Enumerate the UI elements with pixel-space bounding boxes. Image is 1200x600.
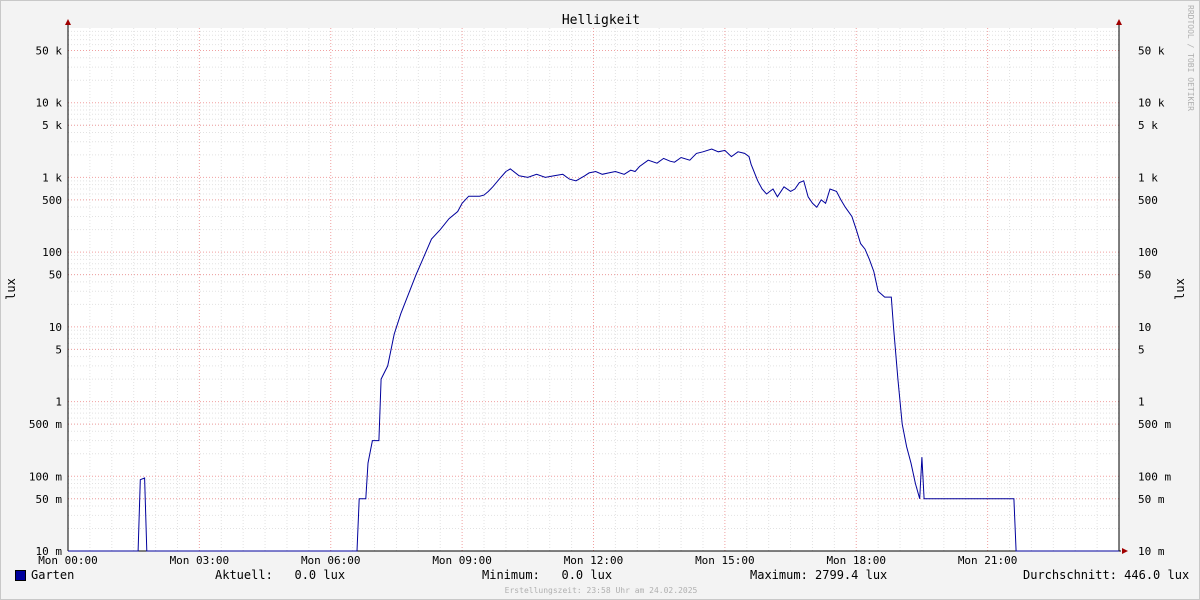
y-tick-label-left: 1 k bbox=[42, 171, 62, 184]
y-tick-label-left: 10 bbox=[49, 321, 62, 334]
lux-chart: 50 k 50 k 10 k 10 k 5 k 5 k 1 k 1 k 500 500 100 100… bbox=[4, 13, 1187, 567]
legend-series-name: Garten bbox=[31, 568, 75, 582]
y-tick-label-right: 1 k bbox=[1138, 171, 1158, 184]
y-tick-label-left: 100 bbox=[42, 246, 62, 259]
graph-frame: 50 k 50 k 10 k 10 k 5 k 5 k 1 k 1 k 500 500 100 100… bbox=[0, 0, 1200, 600]
y-tick-label-right: 500 m bbox=[1138, 418, 1171, 431]
y-tick-label-left: 5 bbox=[55, 343, 62, 356]
legend-minimum: Minimum: 0.0 lux bbox=[482, 568, 613, 582]
y-tick-label-right: 1 bbox=[1138, 396, 1145, 409]
y-tick-label-right: 10 m bbox=[1138, 545, 1165, 558]
y-axis-arrow-left bbox=[65, 19, 71, 25]
rrdtool-credit: RRDTOOL / TOBI OETIKER bbox=[1186, 5, 1195, 111]
y-tick-label-right: 5 k bbox=[1138, 119, 1158, 132]
y-tick-label-right: 100 bbox=[1138, 246, 1158, 259]
chart-title: Helligkeit bbox=[562, 13, 640, 28]
legend-maximum: Maximum: 2799.4 lux bbox=[750, 568, 888, 582]
y-tick-label-left: 500 m bbox=[29, 418, 62, 431]
y-tick-label-left: 5 k bbox=[42, 119, 62, 132]
y-tick-label-right: 10 k bbox=[1138, 97, 1165, 110]
y-axis-arrow-right bbox=[1116, 19, 1122, 25]
x-tick-label: Mon 06:00 bbox=[301, 554, 361, 567]
y-axis-label-left: lux bbox=[4, 278, 18, 300]
y-tick-label-right: 500 bbox=[1138, 194, 1158, 207]
y-tick-label-left: 500 bbox=[42, 194, 62, 207]
y-tick-label-right: 50 m bbox=[1138, 493, 1165, 506]
legend-current: Aktuell: 0.0 lux bbox=[215, 568, 346, 582]
creation-timestamp: Erstellungszeit: 23:58 Uhr am 24.02.2025 bbox=[504, 586, 698, 595]
y-tick-label-right: 5 bbox=[1138, 343, 1145, 356]
legend-swatch bbox=[15, 570, 26, 581]
x-axis-arrow bbox=[1122, 548, 1128, 554]
y-tick-label-left: 50 bbox=[49, 269, 62, 282]
x-tick-label: Mon 00:00 bbox=[38, 554, 98, 567]
x-tick-label: Mon 15:00 bbox=[695, 554, 755, 567]
y-tick-label-right: 50 bbox=[1138, 269, 1151, 282]
legend-average: Durchschnitt: 446.0 lux bbox=[1023, 568, 1190, 582]
y-tick-label-left: 100 m bbox=[29, 470, 62, 483]
y-tick-label-left: 50 m bbox=[36, 493, 63, 506]
y-tick-label-left: 50 k bbox=[36, 44, 63, 57]
x-tick-label: Mon 12:00 bbox=[564, 554, 624, 567]
x-tick-label: Mon 18:00 bbox=[826, 554, 886, 567]
y-tick-label-right: 50 k bbox=[1138, 44, 1165, 57]
y-axis-label-right: lux bbox=[1173, 278, 1187, 300]
y-tick-label-right: 10 bbox=[1138, 321, 1151, 334]
x-tick-label: Mon 09:00 bbox=[432, 554, 492, 567]
y-tick-label-left: 10 k bbox=[36, 97, 63, 110]
y-tick-label-right: 100 m bbox=[1138, 470, 1171, 483]
y-tick-label-left: 1 bbox=[55, 396, 62, 409]
x-tick-label: Mon 03:00 bbox=[170, 554, 230, 567]
x-tick-label: Mon 21:00 bbox=[958, 554, 1018, 567]
